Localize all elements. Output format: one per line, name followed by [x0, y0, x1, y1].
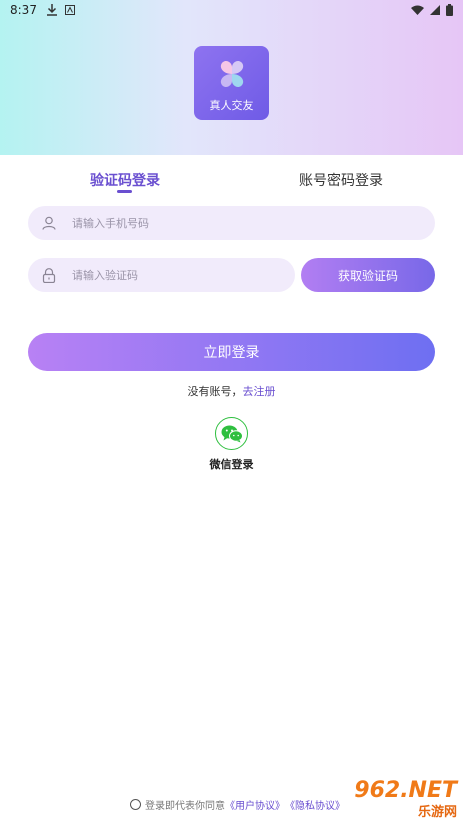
wechat-icon-circle[interactable]	[215, 417, 248, 450]
agreement-radio[interactable]	[130, 799, 141, 810]
register-prefix: 没有账号，	[187, 385, 243, 398]
status-bar: 8:37	[0, 0, 463, 20]
tab-password-login[interactable]: 账号密码登录	[299, 170, 383, 190]
wechat-icon	[221, 425, 243, 442]
login-tabs: 验证码登录 账号密码登录	[0, 162, 463, 198]
lock-icon	[42, 267, 56, 283]
watermark-sub: 乐游网	[417, 805, 457, 820]
register-link[interactable]: 去注册	[243, 385, 276, 398]
verification-code-input[interactable]	[72, 268, 272, 282]
signal-icon	[430, 5, 440, 15]
tab-sms-login[interactable]: 验证码登录	[90, 170, 160, 190]
register-prompt: 没有账号，去注册	[0, 383, 463, 399]
user-icon	[42, 216, 56, 230]
logo-text: 真人交友	[209, 99, 254, 112]
wifi-icon	[411, 5, 424, 15]
download-icon	[46, 4, 57, 16]
phone-field[interactable]	[28, 206, 435, 240]
active-tab-indicator	[117, 190, 132, 193]
user-agreement-link[interactable]: 《用户协议》	[225, 797, 285, 812]
wechat-login-button[interactable]: 微信登录	[200, 417, 263, 472]
app-notification-icon	[64, 5, 75, 15]
app-logo: 真人交友	[194, 46, 269, 120]
status-time: 8:37	[10, 3, 37, 17]
site-watermark: 962.NET 乐游网	[322, 775, 463, 823]
agreement-line: 登录即代表你同意 《用户协议》 《隐私协议》	[130, 797, 345, 812]
get-code-button[interactable]: 获取验证码	[301, 258, 435, 292]
clover-icon	[220, 60, 243, 88]
agreement-text: 登录即代表你同意	[145, 801, 225, 812]
verification-code-field[interactable]	[28, 258, 295, 292]
wechat-login-label: 微信登录	[209, 458, 254, 471]
phone-input[interactable]	[72, 216, 272, 230]
battery-icon	[446, 4, 453, 16]
login-button[interactable]: 立即登录	[28, 333, 435, 371]
watermark-main: 962.NET	[354, 778, 457, 803]
